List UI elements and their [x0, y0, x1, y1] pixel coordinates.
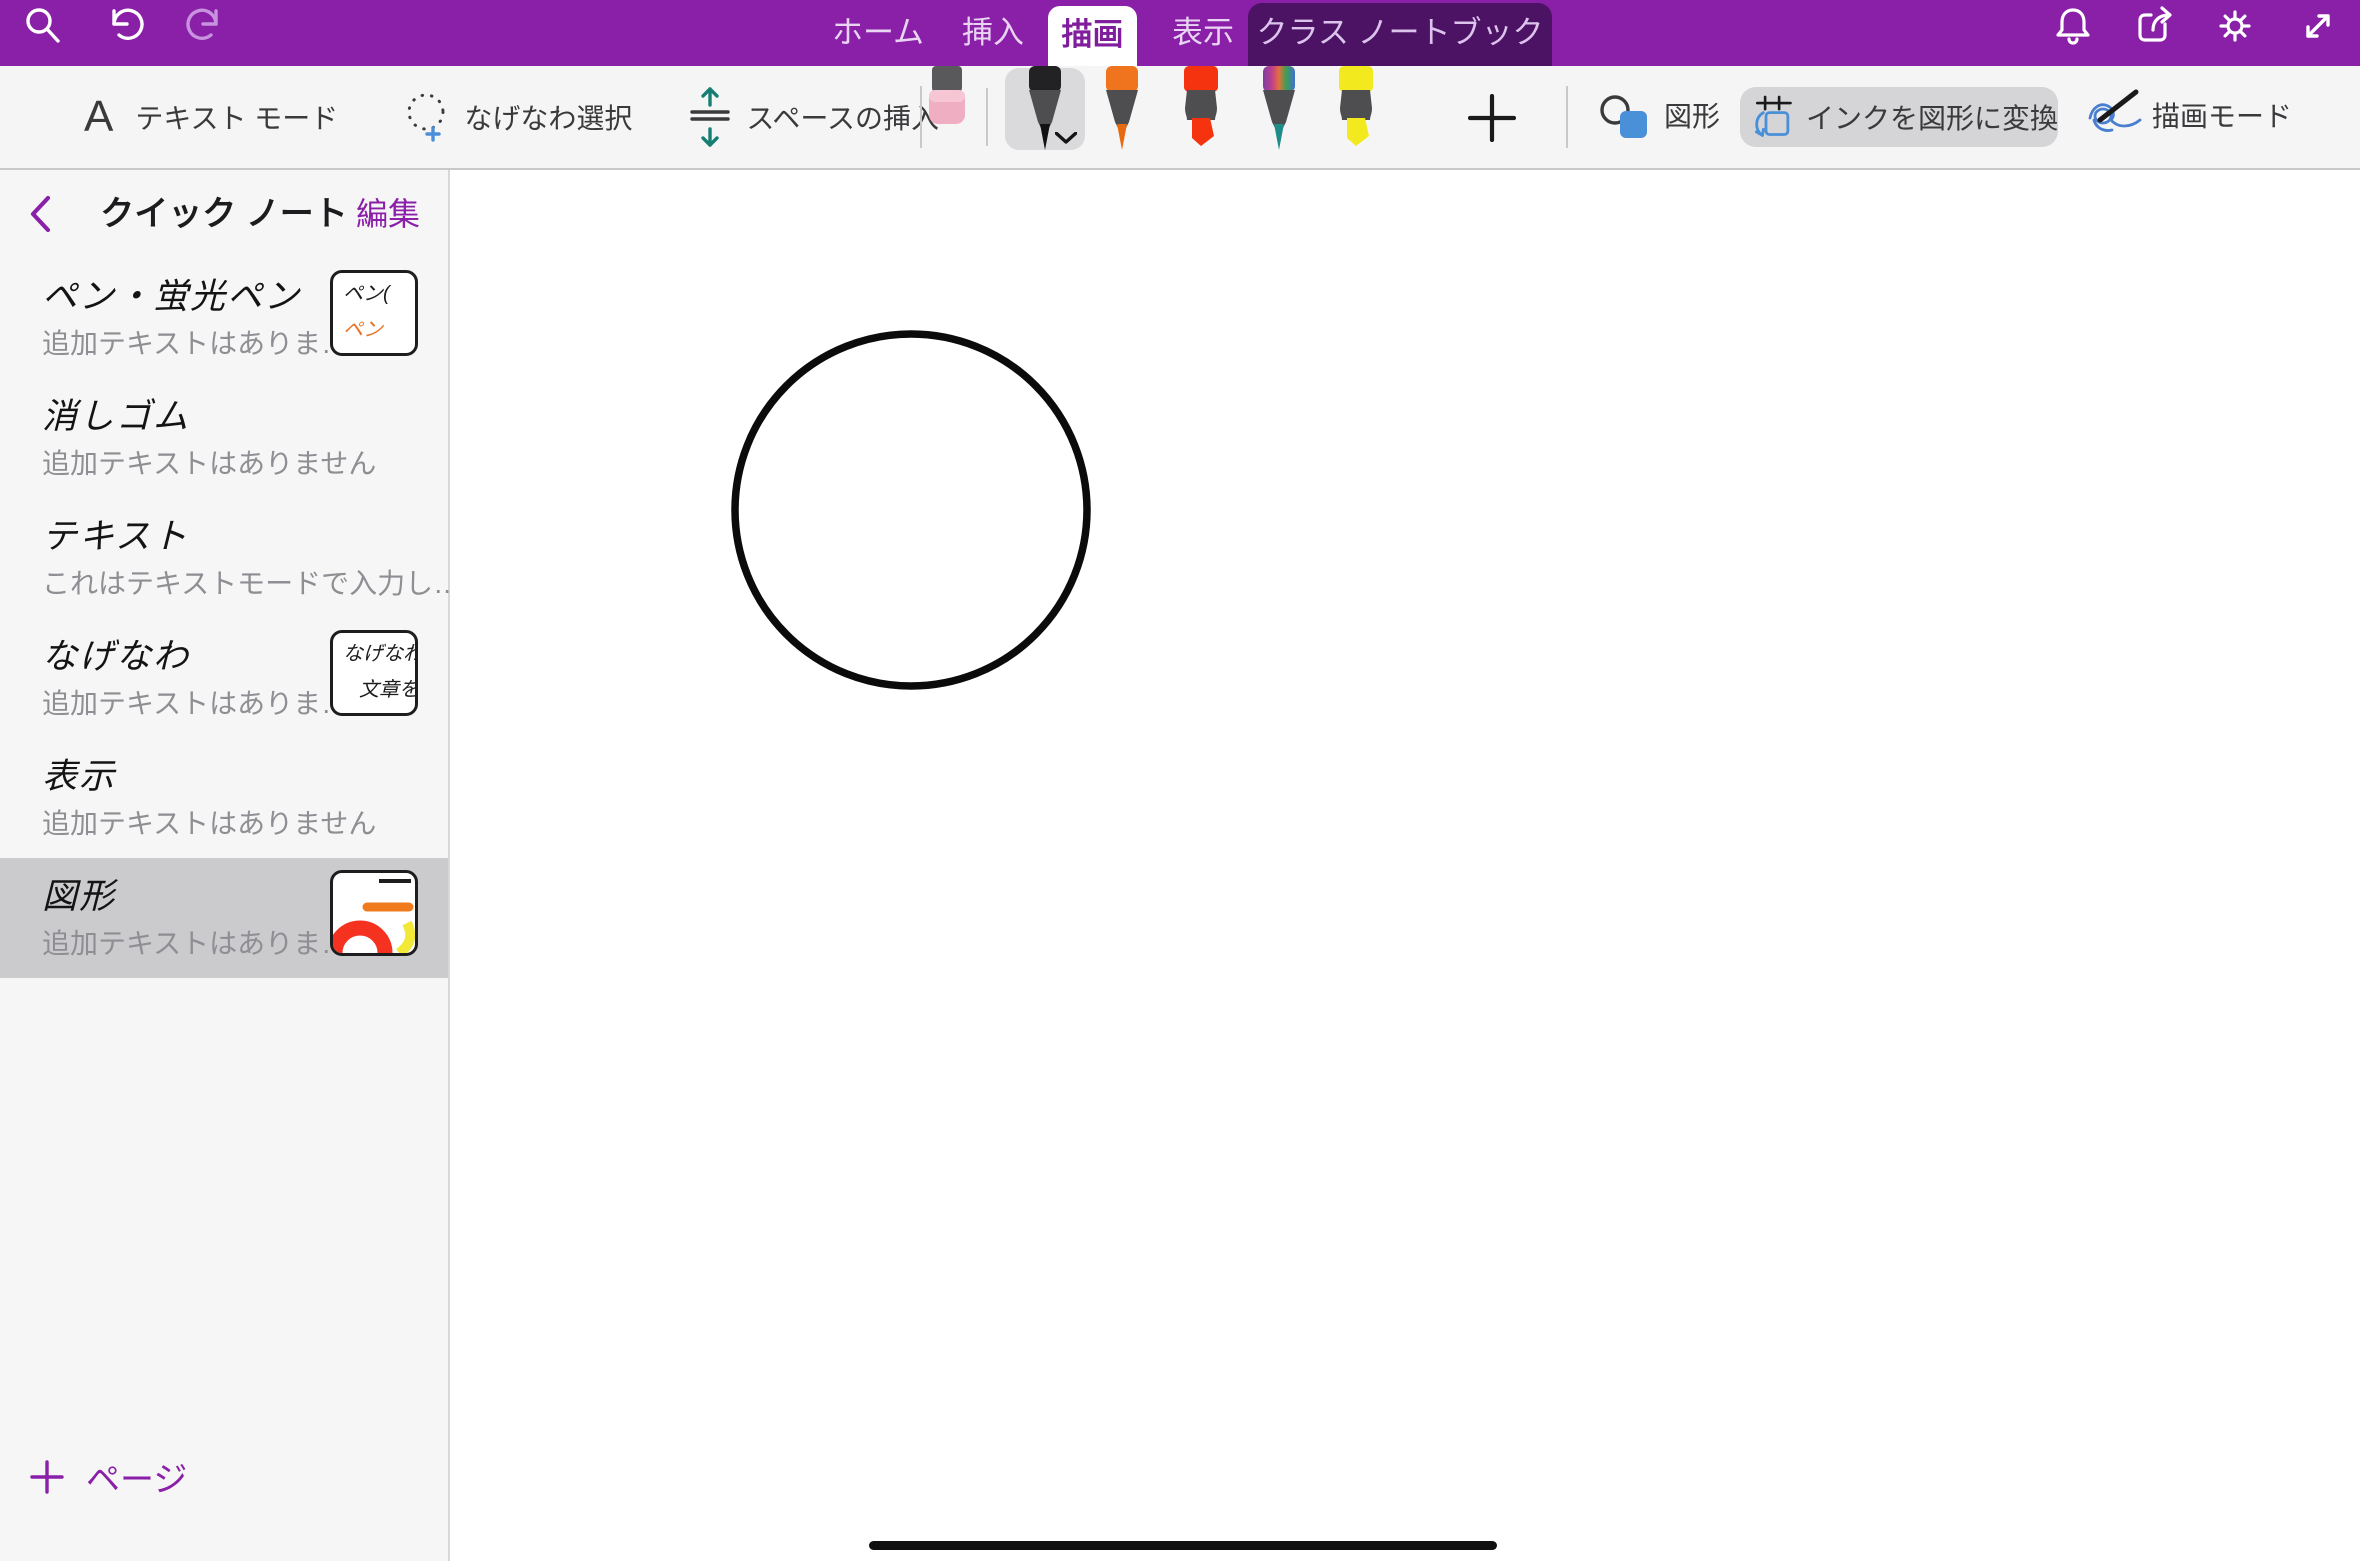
- shapes-icon: [1598, 94, 1650, 140]
- page-subtitle: 追加テキストはありま…: [42, 922, 349, 962]
- page-title-ink: 消しゴム: [42, 388, 190, 439]
- page-title-ink: テキスト: [42, 508, 189, 559]
- text-mode-button[interactable]: テキスト モード: [135, 97, 338, 137]
- search-icon: [20, 4, 64, 48]
- lasso-icon: [402, 90, 450, 144]
- rainbow-pen-tool[interactable]: [1257, 66, 1301, 158]
- thumb-ink-line: ペン(: [333, 273, 415, 309]
- lasso-select-button[interactable]: なげなわ選択: [464, 97, 632, 137]
- notifications-button[interactable]: [2051, 4, 2095, 48]
- insert-space-button[interactable]: スペースの挿入: [746, 97, 939, 137]
- page-subtitle: 追加テキストはありま…: [42, 322, 349, 362]
- sidebar-header: クイック ノート 編集: [0, 170, 448, 258]
- page-thumbnail: ペン( ペン: [330, 270, 418, 356]
- toolbar-divider: [1566, 86, 1568, 148]
- share-button[interactable]: [2133, 4, 2177, 48]
- bell-icon: [2051, 4, 2095, 48]
- page-title-ink: なげなわ: [42, 628, 190, 679]
- add-page-button[interactable]: ページ: [30, 1452, 187, 1501]
- page-subtitle: 追加テキストはありません: [42, 802, 376, 842]
- page-list-sidebar: クイック ノート 編集 ペン・蛍光ペン 追加テキストはありま… ペン( ペン 消…: [0, 170, 450, 1561]
- drawn-circle: [711, 310, 1111, 710]
- page-list-item[interactable]: 表示 追加テキストはありません: [0, 738, 448, 858]
- page-title-ink: 図形: [42, 868, 116, 919]
- page-list-item-selected[interactable]: 図形 追加テキストはありま…: [0, 858, 448, 978]
- draw-mode-button[interactable]: 描画モード: [2152, 66, 2292, 168]
- text-mode-icon: A: [84, 92, 113, 142]
- thumb-ink-line: ペン: [333, 309, 415, 345]
- share-icon: [2133, 4, 2177, 48]
- shapes-button[interactable]: 図形: [1664, 66, 1720, 168]
- redo-button[interactable]: [184, 4, 228, 48]
- plus-icon: [30, 1460, 64, 1494]
- shapes-drawing-icon: [333, 873, 415, 953]
- expand-icon: [2296, 4, 2340, 48]
- toolbar-divider: [920, 86, 922, 148]
- fullscreen-button[interactable]: [2296, 4, 2340, 48]
- pen-divider: [986, 88, 988, 146]
- draw-mode-icon: [2086, 88, 2144, 138]
- page-list-item[interactable]: ペン・蛍光ペン 追加テキストはありま… ペン( ペン: [0, 258, 448, 378]
- page-title-ink: 表示: [42, 748, 116, 799]
- yellow-highlighter-tool[interactable]: [1334, 66, 1378, 160]
- page-thumbnail: なげなわ 文章を: [330, 630, 418, 716]
- edit-button[interactable]: 編集: [356, 170, 420, 258]
- page-subtitle: 追加テキストはありま…: [42, 682, 349, 722]
- gear-icon: [2213, 4, 2257, 48]
- undo-icon: [102, 4, 146, 48]
- black-pen-tool[interactable]: [1023, 66, 1067, 158]
- tab-class-notebook[interactable]: クラス ノートブック: [1248, 3, 1552, 66]
- ink-to-shape-icon: [1752, 92, 1794, 142]
- draw-toolbar: A テキスト モード なげなわ選択 スペースの挿入: [0, 66, 2360, 170]
- top-app-bar: ホーム 挿入 描画 表示 クラス ノートブック: [0, 0, 2360, 66]
- undo-button[interactable]: [102, 4, 146, 48]
- redo-icon: [184, 4, 228, 48]
- page-thumbnail-shapes: [330, 870, 418, 956]
- tab-insert[interactable]: 挿入: [943, 0, 1043, 66]
- page-title-ink: ペン・蛍光ペン: [42, 268, 301, 319]
- thumb-ink-line: なげなわ: [333, 633, 415, 669]
- ink-to-shape-button[interactable]: インクを図形に変換: [1740, 87, 2058, 147]
- tab-draw[interactable]: 描画: [1048, 6, 1137, 66]
- page-subtitle: これはテキストモードで入力し…: [42, 562, 461, 602]
- add-page-label: ページ: [86, 1452, 187, 1501]
- ink-to-shape-label: インクを図形に変換: [1806, 97, 2058, 137]
- orange-pen-tool[interactable]: [1100, 66, 1144, 158]
- tab-view[interactable]: 表示: [1153, 0, 1253, 66]
- thumb-ink-line: 文章を: [333, 669, 415, 705]
- page-list-item[interactable]: テキスト これはテキストモードで入力し…: [0, 498, 448, 618]
- eraser-tool[interactable]: [923, 66, 971, 126]
- settings-button[interactable]: [2213, 4, 2257, 48]
- page-subtitle: 追加テキストはありません: [42, 442, 376, 482]
- toolbar-left-group: A テキスト モード なげなわ選択 スペースの挿入: [84, 66, 939, 168]
- search-button[interactable]: [20, 4, 64, 48]
- drawing-canvas[interactable]: [450, 170, 2360, 1561]
- page-list-item[interactable]: 消しゴム 追加テキストはありません: [0, 378, 448, 498]
- red-highlighter-tool[interactable]: [1179, 66, 1223, 160]
- home-indicator[interactable]: [869, 1541, 1497, 1550]
- tab-home[interactable]: ホーム: [828, 0, 928, 66]
- insert-space-icon: [688, 86, 732, 148]
- page-list-item[interactable]: なげなわ 追加テキストはありま… なげなわ 文章を: [0, 618, 448, 738]
- add-pen-button[interactable]: [1468, 94, 1516, 142]
